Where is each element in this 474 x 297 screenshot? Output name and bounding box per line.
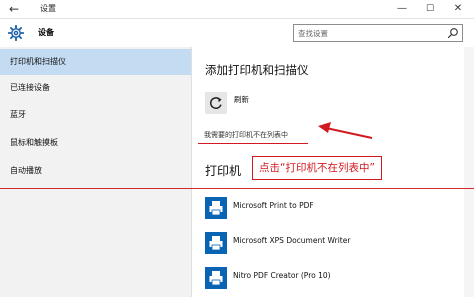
printer-icon [205, 197, 227, 219]
search-input[interactable] [294, 25, 438, 41]
annotation-callout: 点击“打印机不在列表中” [252, 156, 382, 180]
scrollbar[interactable] [464, 47, 474, 297]
close-button[interactable]: ✕ [444, 0, 472, 18]
refresh-icon [210, 97, 222, 109]
sidebar-item-autoplay[interactable]: 自动播放 [0, 158, 191, 184]
gear-icon [8, 25, 24, 41]
refresh-label[interactable]: 刷新 [234, 94, 249, 105]
annotation-divider-line [0, 188, 474, 189]
printer-item[interactable]: Microsoft XPS Document Writer [205, 232, 465, 258]
app-title: 设置 [40, 4, 56, 13]
printer-icon [205, 267, 227, 289]
sidebar-item-mouse-touchpad[interactable]: 鼠标和触摸板 [0, 130, 191, 156]
printer-name: Microsoft Print to PDF [233, 201, 314, 210]
page-header: 设备 [0, 19, 474, 47]
section-title-devices: 设备 [38, 28, 54, 37]
back-arrow-icon[interactable]: ← [0, 0, 28, 18]
sidebar-item-bluetooth[interactable]: 蓝牙 [0, 102, 191, 128]
title-bar: ← 设置 — ☐ ✕ [0, 0, 474, 19]
maximize-button[interactable]: ☐ [416, 0, 444, 18]
annotation-underline [198, 143, 308, 144]
search-icon[interactable] [447, 27, 459, 39]
printer-not-listed-link[interactable]: 我需要的打印机不在列表中 [204, 130, 288, 140]
printer-name: Nitro PDF Creator (Pro 10) [233, 271, 331, 280]
printer-icon [205, 232, 227, 254]
printer-name: Microsoft XPS Document Writer [233, 236, 351, 245]
search-box[interactable] [293, 24, 463, 42]
printers-section-title: 打印机 [205, 164, 242, 178]
sidebar-item-printers-scanners[interactable]: 打印机和扫描仪 [0, 49, 191, 75]
minimize-button[interactable]: — [388, 0, 416, 18]
refresh-button[interactable] [205, 92, 227, 114]
printer-item[interactable]: Nitro PDF Creator (Pro 10) [205, 267, 465, 293]
page-title: 添加打印机和扫描仪 [205, 63, 309, 77]
printer-item[interactable]: Microsoft Print to PDF [205, 197, 465, 223]
sidebar-item-connected-devices[interactable]: 已连接设备 [0, 75, 191, 101]
sidebar: 打印机和扫描仪 已连接设备 蓝牙 鼠标和触摸板 自动播放 [0, 47, 192, 297]
